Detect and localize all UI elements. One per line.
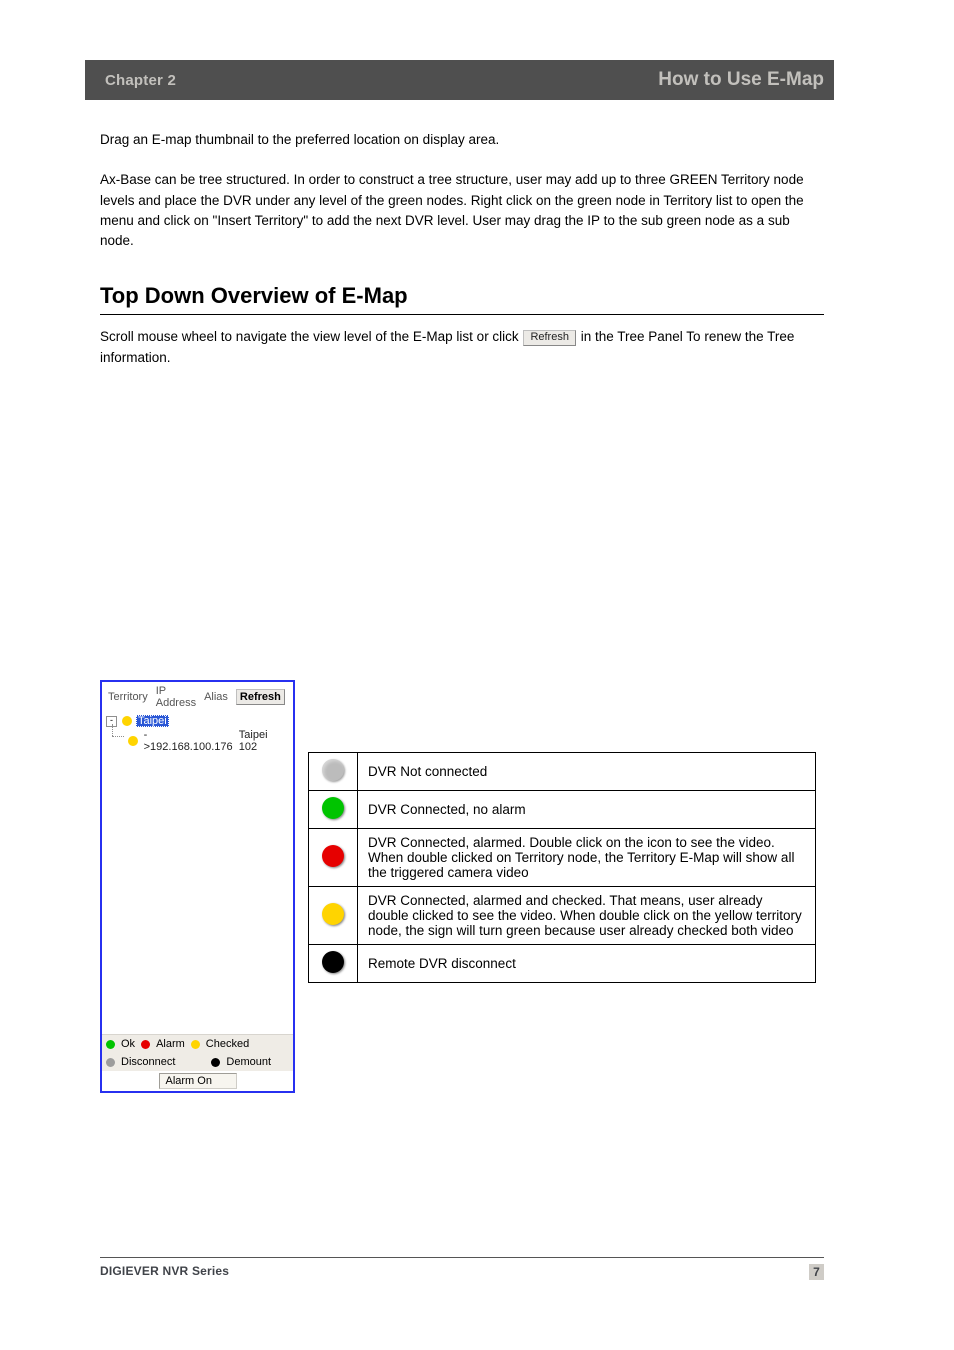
grey-dot-icon xyxy=(322,759,344,781)
tree-panel-container: Territory IP Address Alias Refresh - Tai… xyxy=(100,680,295,1093)
legend-ok-icon xyxy=(106,1040,115,1049)
section-heading-overview: Top Down Overview of E-Map xyxy=(100,279,824,312)
page-footer: DIGIEVER NVR Series 7 xyxy=(100,1257,824,1280)
status-bar: Alarm On xyxy=(102,1071,293,1091)
tree-child-alias: Taipei 102 xyxy=(237,729,289,753)
table-row: DVR Connected, alarmed. Double click on … xyxy=(309,829,816,887)
dot-desc: Remote DVR disconnect xyxy=(358,945,816,983)
table-row: DVR Not connected xyxy=(309,753,816,791)
tab-alias[interactable]: Alias xyxy=(204,691,228,703)
table-row: DVR Connected, alarmed and checked. That… xyxy=(309,887,816,945)
overview-body: Scroll mouse wheel to navigate the view … xyxy=(100,327,824,368)
black-dot-icon xyxy=(322,951,344,973)
green-dot-icon xyxy=(322,797,344,819)
axbase-instruction: Ax-Base can be tree structured. In order… xyxy=(100,170,824,251)
refresh-button-inline[interactable]: Refresh xyxy=(523,330,576,346)
dot-desc: DVR Not connected xyxy=(358,753,816,791)
page: Chapter 2 How to Use E-Map Drag an E-map… xyxy=(0,0,954,1350)
legend-alarm-label: Alarm xyxy=(156,1038,185,1050)
footer-product: DIGIEVER NVR Series xyxy=(100,1264,229,1280)
tree-root-label[interactable]: Taipei xyxy=(136,715,169,727)
legend-checked-icon xyxy=(191,1040,200,1049)
drag-instruction: Drag an E-map thumbnail to the preferred… xyxy=(100,130,824,150)
status-bar-text: Alarm On xyxy=(159,1073,237,1089)
body-section: Drag an E-map thumbnail to the preferred… xyxy=(100,130,824,388)
dot-cell xyxy=(309,753,358,791)
red-dot-icon xyxy=(322,845,344,867)
legend-row-2: Disconnect Demount xyxy=(102,1053,293,1071)
dot-desc: DVR Connected, alarmed and checked. That… xyxy=(358,887,816,945)
yellow-dot-icon xyxy=(322,903,344,925)
legend-ok-label: Ok xyxy=(121,1038,135,1050)
node-status-icon xyxy=(128,736,138,746)
node-status-icon xyxy=(122,716,132,726)
legend-demount-icon xyxy=(211,1058,220,1067)
legend-row-1: Ok Alarm Checked xyxy=(102,1034,293,1053)
chapter-header: Chapter 2 How to Use E-Map xyxy=(85,60,834,100)
dot-desc: DVR Connected, alarmed. Double click on … xyxy=(358,829,816,887)
chapter-label: Chapter 2 xyxy=(105,72,176,89)
tree-child-ip: ->192.168.100.176 xyxy=(142,729,235,753)
status-color-table: DVR Not connected DVR Connected, no alar… xyxy=(308,752,816,983)
dot-cell xyxy=(309,829,358,887)
chapter-title: How to Use E-Map xyxy=(658,69,824,91)
dot-desc: DVR Connected, no alarm xyxy=(358,791,816,829)
legend-demount-label: Demount xyxy=(226,1056,271,1068)
overview-body-pre: Scroll mouse wheel to navigate the view … xyxy=(100,329,522,344)
dot-cell xyxy=(309,791,358,829)
dot-cell xyxy=(309,945,358,983)
refresh-button[interactable]: Refresh xyxy=(236,689,285,705)
footer-page-number: 7 xyxy=(809,1264,824,1280)
legend-disconnect-label: Disconnect xyxy=(121,1056,175,1068)
section-divider xyxy=(100,314,824,315)
legend-checked-label: Checked xyxy=(206,1038,249,1050)
table-row: Remote DVR disconnect xyxy=(309,945,816,983)
legend-disconnect-icon xyxy=(106,1058,115,1067)
tree-child-row[interactable]: ->192.168.100.176 Taipei 102 xyxy=(106,728,289,754)
tree-panel: Territory IP Address Alias Refresh - Tai… xyxy=(100,680,295,1093)
table-row: DVR Connected, no alarm xyxy=(309,791,816,829)
tree-body[interactable]: - Taipei ->192.168.100.176 Taipei 102 xyxy=(102,712,293,1034)
tab-territory[interactable]: Territory xyxy=(108,691,148,703)
footer-page-wrap: 7 xyxy=(803,1264,824,1280)
dot-cell xyxy=(309,887,358,945)
tree-panel-toolbar: Territory IP Address Alias Refresh xyxy=(102,682,293,712)
tree-root-row[interactable]: - Taipei xyxy=(106,714,289,728)
tab-ip-address[interactable]: IP Address xyxy=(156,685,196,709)
legend-alarm-icon xyxy=(141,1040,150,1049)
